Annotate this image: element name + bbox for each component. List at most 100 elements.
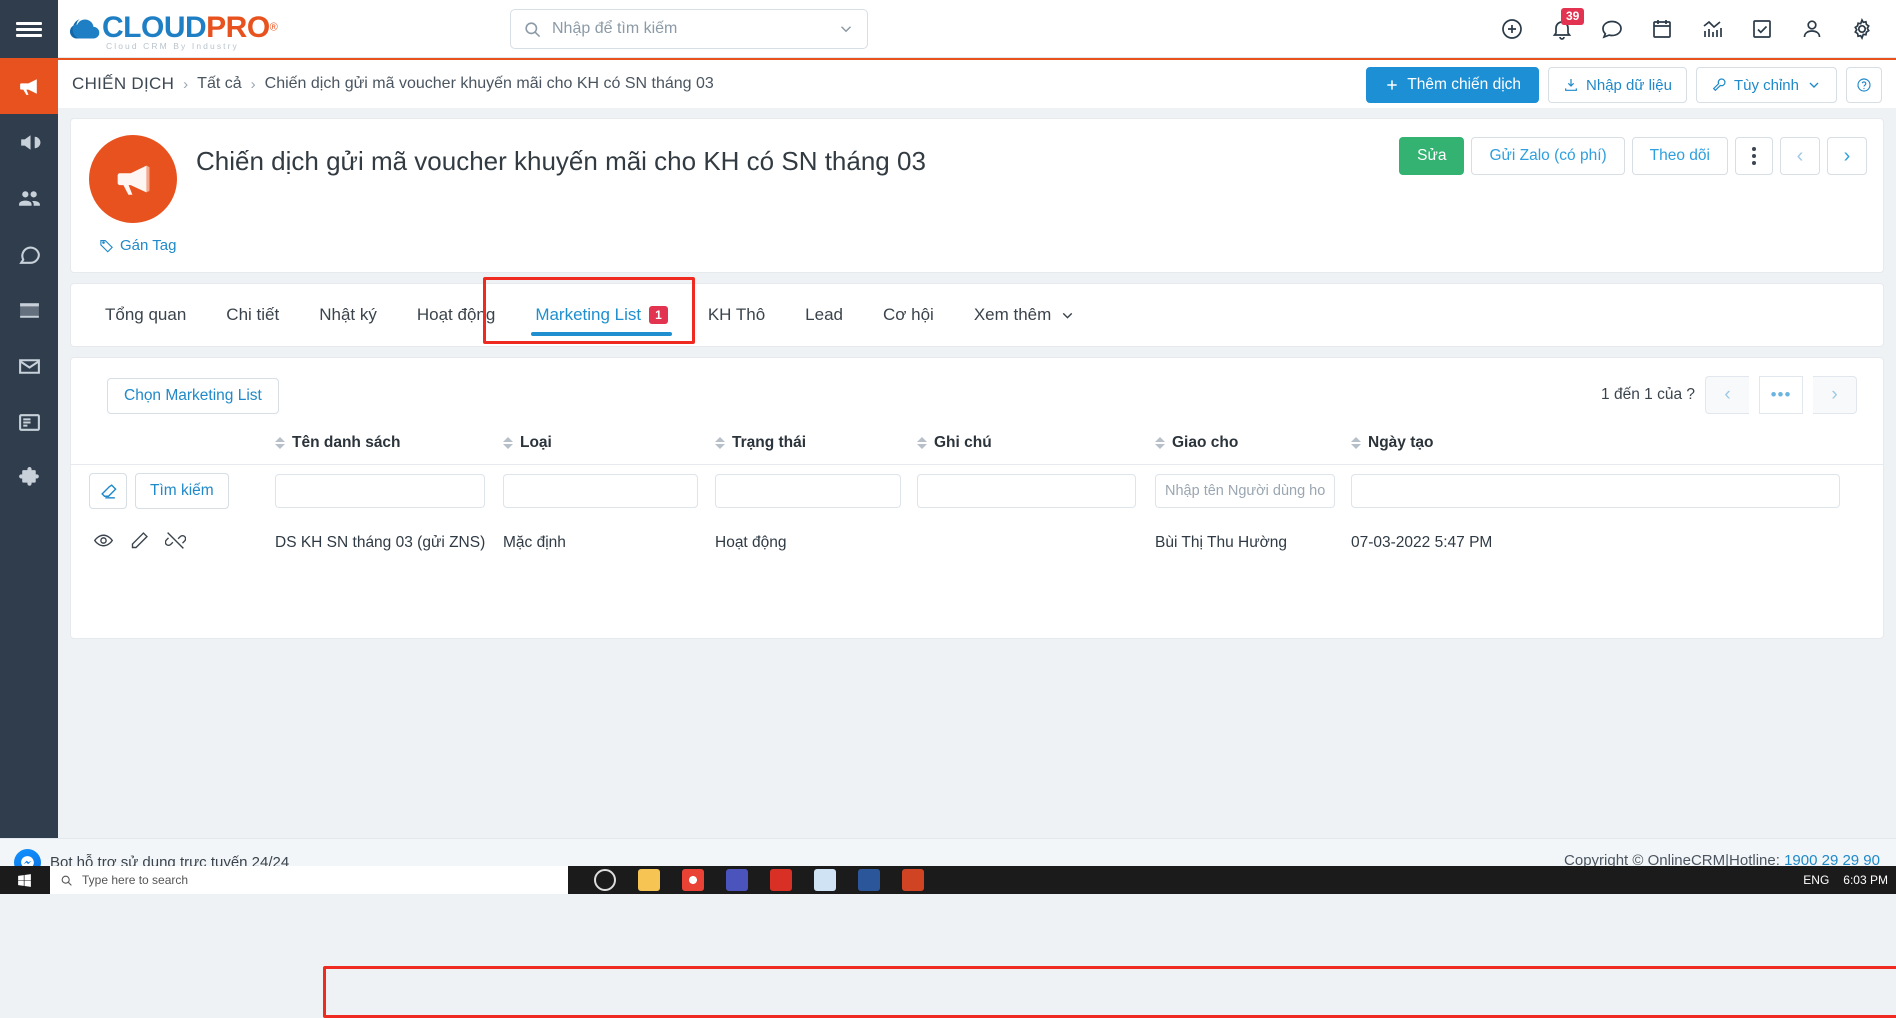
import-data-label: Nhập dữ liệu bbox=[1586, 77, 1672, 94]
start-button[interactable] bbox=[0, 866, 48, 894]
filter-input-created[interactable] bbox=[1351, 474, 1840, 508]
global-search-box[interactable] bbox=[510, 9, 868, 49]
edit-pencil-icon[interactable] bbox=[129, 530, 150, 556]
sidebar-item-tin-tuc[interactable] bbox=[0, 394, 58, 450]
more-actions-button[interactable] bbox=[1735, 137, 1773, 175]
filter-input-status[interactable] bbox=[715, 474, 901, 508]
analytics-icon[interactable] bbox=[1700, 17, 1724, 41]
column-label: Loại bbox=[520, 434, 552, 451]
choose-marketing-list-button[interactable]: Chọn Marketing List bbox=[107, 378, 279, 414]
send-zalo-button[interactable]: Gửi Zalo (có phí) bbox=[1471, 137, 1624, 175]
question-circle-icon bbox=[1856, 77, 1872, 93]
unlink-icon[interactable] bbox=[165, 530, 186, 556]
sidebar-item-tai-lieu[interactable] bbox=[0, 282, 58, 338]
tab-lead[interactable]: Lead bbox=[785, 284, 863, 346]
bell-icon[interactable]: 39 bbox=[1550, 17, 1574, 41]
edit-button[interactable]: Sửa bbox=[1399, 137, 1464, 175]
add-circle-icon[interactable] bbox=[1500, 17, 1524, 41]
column-giao-cho[interactable]: Giao cho bbox=[1155, 430, 1351, 465]
pagination-more-button[interactable]: ••• bbox=[1759, 376, 1803, 414]
calendar-icon[interactable] bbox=[1650, 17, 1674, 41]
table-row[interactable]: DS KH SN tháng 03 (gửi ZNS) Mặc định Hoạ… bbox=[71, 517, 1883, 569]
checkbox-task-icon[interactable] bbox=[1750, 17, 1774, 41]
column-label: Tên danh sách bbox=[292, 434, 401, 451]
cell-ten-danh-sach[interactable]: DS KH SN tháng 03 (gửi ZNS) bbox=[275, 517, 503, 569]
add-campaign-button[interactable]: Thêm chiến dịch bbox=[1366, 67, 1539, 103]
view-icon[interactable] bbox=[93, 530, 114, 556]
chrome-icon[interactable] bbox=[682, 869, 704, 891]
user-icon[interactable] bbox=[1800, 17, 1824, 41]
column-ten-danh-sach[interactable]: Tên danh sách bbox=[275, 430, 503, 465]
sidebar-item-tien-ich[interactable] bbox=[0, 450, 58, 506]
tab-xem-them[interactable]: Xem thêm bbox=[954, 284, 1096, 346]
sidebar-item-email[interactable] bbox=[0, 338, 58, 394]
unikey-icon[interactable] bbox=[770, 869, 792, 891]
marketing-list-panel: Chọn Marketing List 1 đến 1 của ? ‹ ••• … bbox=[70, 357, 1884, 639]
sidebar-item-truyen-thong[interactable] bbox=[0, 114, 58, 170]
tab-badge-count: 1 bbox=[649, 306, 668, 324]
filter-cell-status bbox=[715, 465, 917, 518]
tab-label: Tổng quan bbox=[105, 305, 186, 325]
pagination-next-button[interactable]: › bbox=[1813, 376, 1857, 414]
import-data-button[interactable]: Nhập dữ liệu bbox=[1548, 67, 1687, 103]
chevron-down-icon bbox=[1806, 77, 1822, 93]
column-label: Giao cho bbox=[1172, 434, 1238, 451]
filter-input-type[interactable] bbox=[503, 474, 698, 508]
column-trang-thai[interactable]: Trạng thái bbox=[715, 430, 917, 465]
wrench-icon bbox=[1711, 77, 1727, 93]
vertical-dots-icon bbox=[1752, 147, 1756, 165]
next-record-button[interactable]: › bbox=[1827, 137, 1867, 175]
hamburger-menu-button[interactable] bbox=[0, 0, 58, 58]
table-header-row: Tên danh sách Loại Trạng thái Ghi chú Gi… bbox=[71, 430, 1883, 465]
gear-icon[interactable] bbox=[1850, 17, 1874, 41]
breadcrumb-root[interactable]: CHIẾN DỊCH bbox=[72, 74, 174, 94]
megaphone-active-icon bbox=[17, 74, 42, 99]
taskbar-app-icons bbox=[594, 869, 924, 891]
pagination-prev-button[interactable]: ‹ bbox=[1705, 376, 1749, 414]
breadcrumb-item-all[interactable]: Tất cả bbox=[197, 75, 241, 93]
word-icon[interactable] bbox=[858, 869, 880, 891]
chevron-down-icon[interactable] bbox=[837, 20, 855, 38]
column-loai[interactable]: Loại bbox=[503, 430, 715, 465]
chat-bubble-icon[interactable] bbox=[1600, 17, 1624, 41]
brand-logo[interactable]: CLOUDPRO® Cloud CRM By Industry bbox=[68, 13, 278, 45]
teams-icon[interactable] bbox=[726, 869, 748, 891]
assign-tag-link[interactable]: Gán Tag bbox=[99, 237, 176, 254]
taskbar-clock[interactable]: 6:03 PM bbox=[1843, 874, 1888, 887]
file-explorer-icon[interactable] bbox=[638, 869, 660, 891]
tab-label: Chi tiết bbox=[226, 305, 279, 325]
tab-hoat-dong[interactable]: Hoạt động bbox=[397, 284, 515, 346]
sidebar-item-chien-dich[interactable] bbox=[0, 58, 58, 114]
column-ghi-chu[interactable]: Ghi chú bbox=[917, 430, 1155, 465]
tab-chi-tiet[interactable]: Chi tiết bbox=[206, 284, 299, 346]
clear-filter-button[interactable] bbox=[89, 473, 127, 509]
customize-button[interactable]: Tùy chỉnh bbox=[1696, 67, 1837, 103]
customize-label: Tùy chỉnh bbox=[1734, 77, 1799, 94]
filter-input-assigned[interactable] bbox=[1155, 474, 1335, 508]
tab-nhat-ky[interactable]: Nhật ký bbox=[299, 284, 397, 346]
cortana-icon[interactable] bbox=[594, 869, 616, 891]
tab-marketing-list[interactable]: Marketing List 1 bbox=[515, 284, 688, 346]
taskbar-search[interactable]: Type here to search bbox=[50, 866, 568, 894]
tab-kh-tho[interactable]: KH Thô bbox=[688, 284, 785, 346]
follow-button[interactable]: Theo dõi bbox=[1632, 137, 1728, 175]
powerpoint-icon[interactable] bbox=[902, 869, 924, 891]
sidebar-item-khach-hang[interactable] bbox=[0, 170, 58, 226]
zalo-icon[interactable] bbox=[814, 869, 836, 891]
sidebar-item-trao-doi[interactable] bbox=[0, 226, 58, 282]
filter-input-name[interactable] bbox=[275, 474, 485, 508]
language-indicator[interactable]: ENG bbox=[1803, 873, 1829, 887]
filter-input-note[interactable] bbox=[917, 474, 1136, 508]
prev-record-button[interactable]: ‹ bbox=[1780, 137, 1820, 175]
cell-ghi-chu bbox=[917, 517, 1155, 569]
search-filter-button[interactable]: Tìm kiếm bbox=[135, 473, 229, 509]
search-input[interactable] bbox=[552, 20, 837, 38]
left-sidebar bbox=[0, 0, 58, 838]
tab-tong-quan[interactable]: Tổng quan bbox=[85, 284, 206, 346]
column-ngay-tao[interactable]: Ngày tạo bbox=[1351, 430, 1883, 465]
tab-co-hoi[interactable]: Cơ hội bbox=[863, 284, 954, 346]
help-button[interactable] bbox=[1846, 67, 1882, 103]
windows-logo-icon bbox=[16, 872, 33, 889]
cell-loai: Mặc định bbox=[503, 517, 715, 569]
cell-giao-cho: Bùi Thị Thu Hường bbox=[1155, 517, 1351, 569]
